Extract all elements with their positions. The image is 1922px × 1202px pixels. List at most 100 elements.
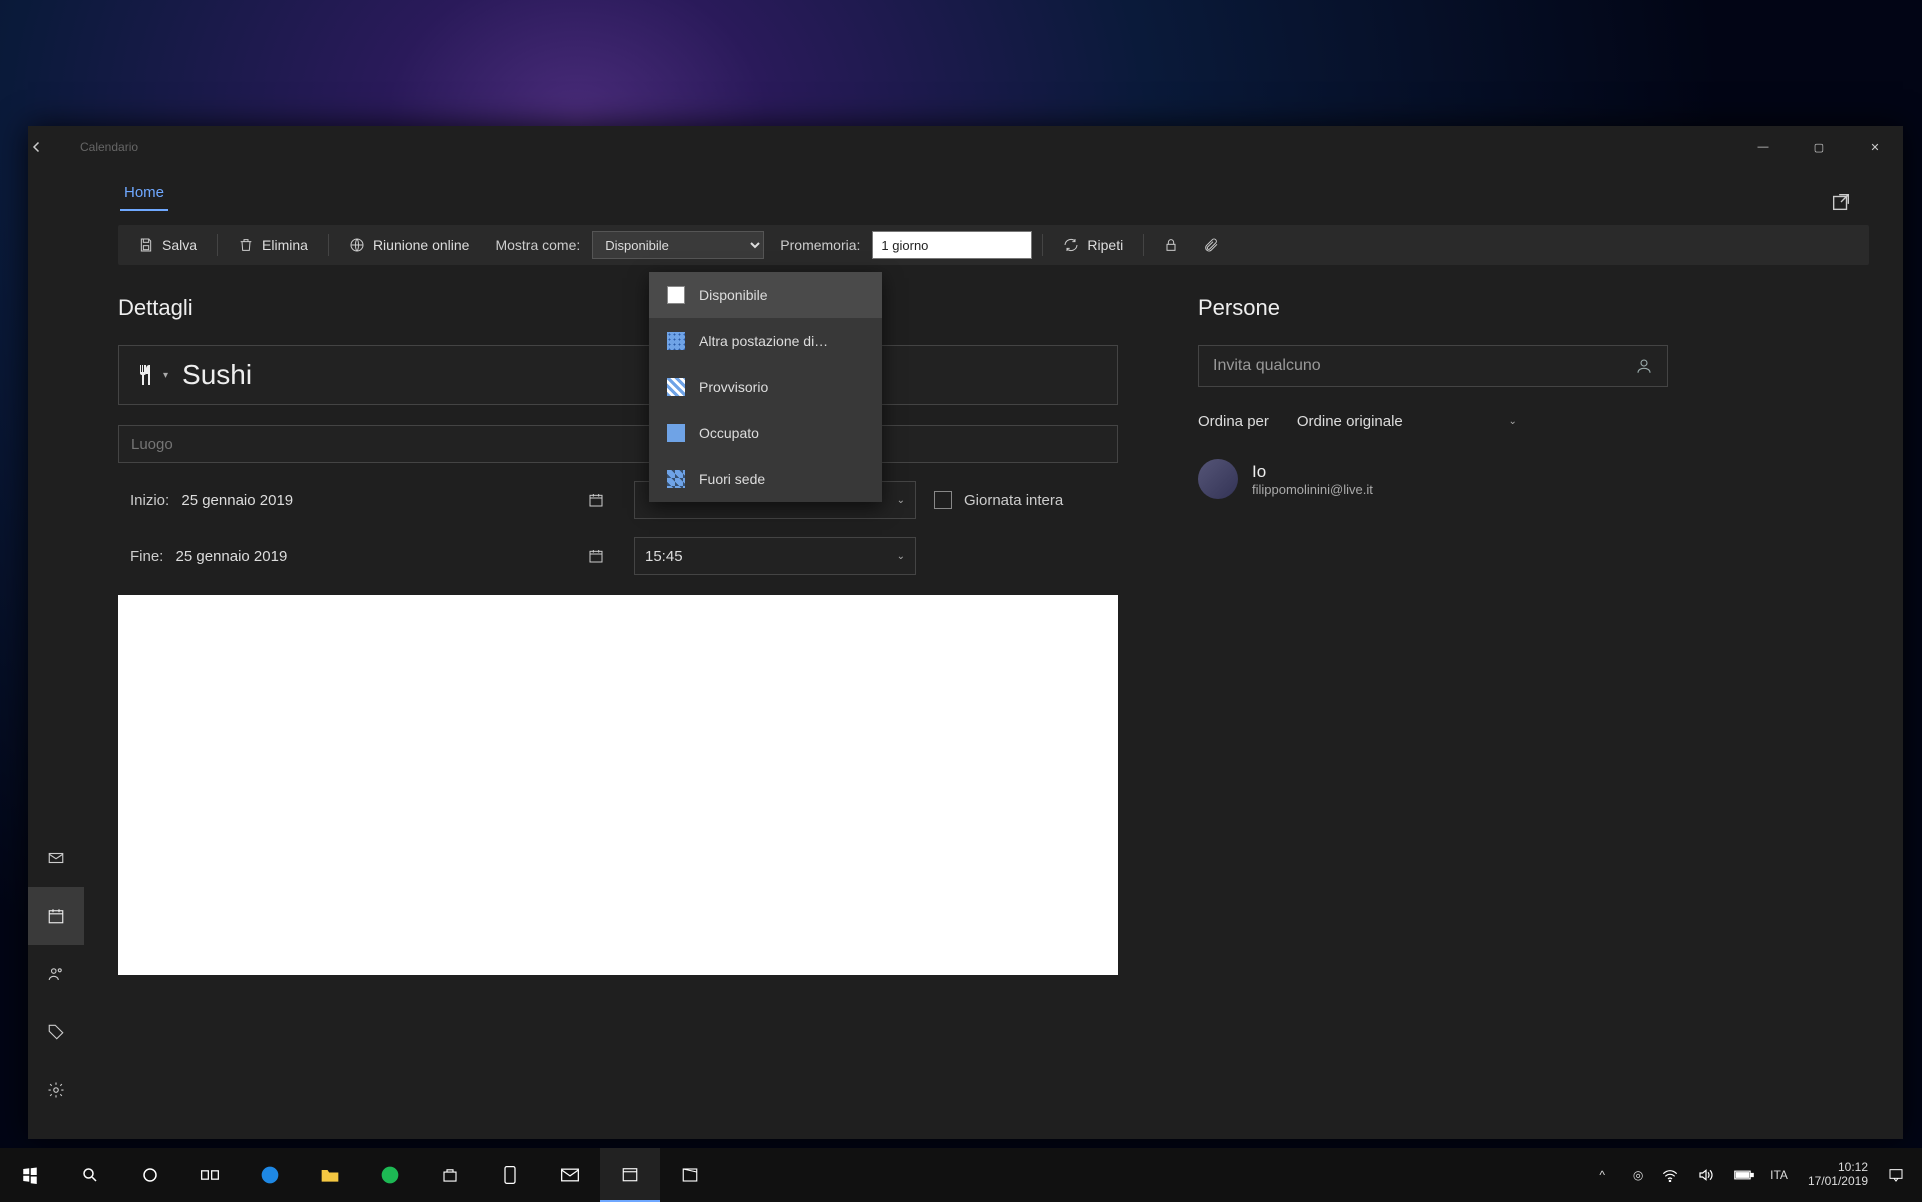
status-swatch	[667, 286, 685, 304]
attach-button[interactable]	[1194, 231, 1228, 259]
content-area: Home Salva Elimina Riunione online Mostr…	[84, 168, 1903, 1139]
paperclip-icon	[1203, 237, 1219, 253]
taskbar-phone[interactable]	[480, 1148, 540, 1202]
nav-people[interactable]	[28, 945, 84, 1003]
folder-icon	[320, 1166, 340, 1184]
taskbar-mail[interactable]	[540, 1148, 600, 1202]
show-as-label: Mostra come:	[495, 237, 580, 253]
show-as-option-label: Provvisorio	[699, 379, 768, 395]
save-button[interactable]: Salva	[128, 231, 207, 259]
tray-chevron[interactable]: ^	[1590, 1168, 1614, 1182]
cortana-button[interactable]	[120, 1148, 180, 1202]
toolbar: Salva Elimina Riunione online Mostra com…	[118, 225, 1869, 265]
end-date-picker[interactable]: Fine: 25 gennaio 2019	[118, 537, 616, 575]
taskbar-explorer[interactable]	[300, 1148, 360, 1202]
show-as-option-tentative[interactable]: Provvisorio	[649, 364, 882, 410]
start-date-value: 25 gennaio 2019	[181, 492, 293, 509]
back-button[interactable]	[28, 138, 80, 156]
tray-language[interactable]: ITA	[1770, 1168, 1788, 1182]
nav-tag[interactable]	[28, 1003, 84, 1061]
calendar-icon	[588, 548, 604, 564]
show-as-option-oof[interactable]: Fuori sede	[649, 456, 882, 502]
invite-input[interactable]: Invita qualcuno	[1198, 345, 1668, 387]
calendar-icon	[588, 492, 604, 508]
all-day-label: Giornata intera	[964, 492, 1063, 509]
show-as-option-free[interactable]: Disponibile	[649, 272, 882, 318]
show-as-option-label: Fuori sede	[699, 471, 765, 487]
end-date-value: 25 gennaio 2019	[176, 548, 288, 565]
show-as-option-label: Disponibile	[699, 287, 767, 303]
close-button[interactable]: ✕	[1847, 126, 1903, 168]
tray-battery-icon[interactable]	[1734, 1169, 1758, 1181]
delete-label: Elimina	[262, 237, 308, 253]
nav-settings[interactable]	[28, 1061, 84, 1119]
status-swatch	[667, 378, 685, 396]
repeat-icon	[1063, 237, 1079, 253]
event-category-button[interactable]: ▾	[133, 363, 168, 387]
start-button[interactable]	[0, 1148, 60, 1202]
avatar	[1198, 459, 1238, 499]
save-label: Salva	[162, 237, 197, 253]
end-time-select[interactable]: 15:45 ⌄	[634, 537, 916, 575]
trash-icon	[238, 237, 254, 253]
store-icon	[441, 1166, 459, 1184]
show-as-option-label: Occupato	[699, 425, 759, 441]
taskbar-calendar[interactable]	[600, 1148, 660, 1202]
repeat-button[interactable]: Ripeti	[1053, 231, 1133, 259]
show-as-option-busy[interactable]: Occupato	[649, 410, 882, 456]
show-as-option-elsewhere[interactable]: Altra postazione di…	[649, 318, 882, 364]
minimize-button[interactable]: —	[1735, 126, 1791, 168]
details-heading: Dettagli	[118, 295, 1118, 321]
taskbar-edge[interactable]	[240, 1148, 300, 1202]
status-swatch	[667, 424, 685, 442]
pop-out-button[interactable]	[1821, 182, 1861, 222]
tray-notifications[interactable]	[1888, 1167, 1912, 1183]
taskbar: ^ ◎ ITA 10:12 17/01/2019	[0, 1148, 1922, 1202]
people-heading: Persone	[1198, 295, 1668, 321]
private-button[interactable]	[1154, 231, 1188, 259]
show-as-select[interactable]: Disponibile	[592, 231, 764, 259]
chevron-down-icon: ▾	[163, 370, 168, 381]
taskview-icon	[200, 1167, 220, 1183]
online-meeting-button[interactable]: Riunione online	[339, 231, 480, 259]
nav-mail[interactable]	[28, 829, 84, 887]
nav-calendar[interactable]	[28, 887, 84, 945]
left-nav	[28, 168, 84, 1139]
task-view-button[interactable]	[180, 1148, 240, 1202]
repeat-label: Ripeti	[1087, 237, 1123, 253]
tray-wifi-icon[interactable]	[1662, 1168, 1686, 1182]
calendar-window: Calendario — ▢ ✕	[28, 126, 1903, 1139]
event-title-row: ▾	[118, 345, 1118, 405]
taskbar-movies[interactable]	[660, 1148, 720, 1202]
tab-home[interactable]: Home	[120, 176, 168, 211]
film-icon	[681, 1166, 699, 1184]
reminder-select[interactable]	[872, 231, 1032, 259]
attendee-email: filippomolinini@live.it	[1252, 482, 1373, 497]
tray-location-icon[interactable]: ◎	[1626, 1168, 1650, 1182]
sort-select[interactable]: Ordine originale ⌄	[1287, 405, 1527, 437]
maximize-button[interactable]: ▢	[1791, 126, 1847, 168]
taskbar-spotify[interactable]	[360, 1148, 420, 1202]
description-editor[interactable]	[118, 595, 1118, 975]
tray-volume-icon[interactable]	[1698, 1168, 1722, 1182]
search-button[interactable]	[60, 1148, 120, 1202]
chevron-down-icon: ⌄	[1508, 416, 1516, 427]
delete-button[interactable]: Elimina	[228, 231, 318, 259]
location-input[interactable]	[118, 425, 1118, 463]
food-icon	[133, 363, 157, 387]
sort-label: Ordina per	[1198, 413, 1269, 430]
calendar-icon	[621, 1165, 639, 1183]
search-icon	[81, 1166, 99, 1184]
person-icon	[1635, 357, 1653, 375]
all-day-checkbox[interactable]: Giornata intera	[934, 491, 1063, 509]
sort-value: Ordine originale	[1297, 413, 1403, 430]
attendee-row: Io filippomolinini@live.it	[1198, 459, 1668, 499]
phone-icon	[503, 1165, 517, 1185]
taskbar-store[interactable]	[420, 1148, 480, 1202]
tray-clock[interactable]: 10:12 17/01/2019	[1808, 1161, 1868, 1189]
event-title-input[interactable]	[182, 359, 1103, 391]
start-date-picker[interactable]: Inizio: 25 gennaio 2019	[118, 481, 616, 519]
save-icon	[138, 237, 154, 253]
online-meeting-label: Riunione online	[373, 237, 470, 253]
status-swatch	[667, 332, 685, 350]
